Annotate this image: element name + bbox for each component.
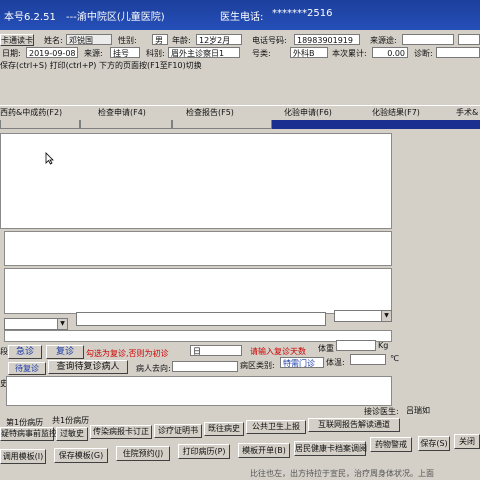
tab-exam-report[interactable]: 检查报告(F5) xyxy=(186,107,234,118)
chevron-down-icon: ▼ xyxy=(57,319,67,329)
left-label-a: 段 xyxy=(0,347,8,356)
weight-label: 体重 xyxy=(318,344,334,353)
dept-field[interactable]: 眉外主诊察日1 xyxy=(168,47,240,58)
gender-field[interactable]: 男 xyxy=(152,34,168,45)
tab-strip-2 xyxy=(80,120,172,129)
weight-unit: Kg xyxy=(378,341,389,350)
extra-field[interactable] xyxy=(458,34,480,45)
tab-exam-request[interactable]: 检查申请(F4) xyxy=(98,107,146,118)
gender-label: 性别: xyxy=(118,36,137,45)
public-health-report-button[interactable]: 公共卫生上报 xyxy=(246,420,306,434)
title-bar: 本号6.2.51 ---渝中院区(儿童医院) 医生电话: *******2516 xyxy=(0,0,480,30)
tab-western-medicine[interactable]: 西药&中成药(F2) xyxy=(0,107,62,118)
recheck-days-field[interactable]: 日 xyxy=(190,345,242,356)
phone-field[interactable]: 18983901919 xyxy=(294,34,360,45)
weight-field[interactable] xyxy=(336,340,376,351)
chevron-down-icon: ▼ xyxy=(381,311,391,321)
infectious-report-button[interactable]: 传染病报卡订正 xyxy=(90,425,152,439)
temperature-unit: ℃ xyxy=(390,354,399,363)
report-interpret-button[interactable]: 互联网报告解读通道 xyxy=(308,418,400,432)
dept-label: 科别: xyxy=(146,49,165,58)
history-area[interactable] xyxy=(4,231,392,266)
patient-row-2: 日期: 2019-09-08 来源: 挂号 科别: 眉外主诊察日1 号类: 外科… xyxy=(0,47,480,60)
whereabouts-field[interactable] xyxy=(172,361,238,372)
diagnosis-input[interactable] xyxy=(76,312,326,326)
doctor-label: 接诊医生: xyxy=(364,407,399,416)
chief-complaint-area[interactable] xyxy=(0,133,392,229)
advice-area[interactable] xyxy=(4,330,392,342)
drug-alert-button[interactable]: 药物警戒 xyxy=(370,437,412,452)
health-card-archive-button[interactable]: 居民健康卡档案调阅 xyxy=(294,441,367,456)
bottom-status-text: 比往也左，出方持拉于宣民，治疗周身体状况。上面 xyxy=(250,469,434,478)
doctor-name: 吕瑞如 xyxy=(406,406,430,415)
name-field[interactable]: 邓锐国 xyxy=(66,34,112,45)
certificate-button[interactable]: 诊疗证明书 xyxy=(154,424,202,438)
hospital-name: ---渝中院区(儿童医院) xyxy=(66,12,165,23)
total-field: 0.00 xyxy=(372,47,408,58)
temperature-label: 体温: xyxy=(326,358,345,367)
visit-source-label: 来源途: xyxy=(370,36,397,45)
temperature-field[interactable] xyxy=(350,354,386,365)
tab-strip-3 xyxy=(172,120,272,129)
ward-label: 病区类别: xyxy=(240,361,275,370)
phone-label: 电话号码: xyxy=(252,36,287,45)
special-disease-monitor-button[interactable]: 疑特病事前监控 xyxy=(0,427,57,441)
version-label: 本号6.2.51 xyxy=(4,12,56,23)
pending-recheck-button[interactable]: 待复诊 xyxy=(8,362,46,375)
past-history-button[interactable]: 既往病史 xyxy=(204,422,244,436)
visit-source-field[interactable] xyxy=(402,34,454,45)
print-record-button[interactable]: 打印病历(P) xyxy=(178,444,230,459)
num-type-label: 号类: xyxy=(252,49,271,58)
tab-lab-result[interactable]: 化验结果(F7) xyxy=(372,107,420,118)
admission-booking-button[interactable]: 住院预约(J) xyxy=(116,446,170,461)
diagnosis-field[interactable] xyxy=(436,47,480,58)
read-card-button[interactable]: 卡通读卡 xyxy=(0,34,34,46)
close-button[interactable]: 关闭 xyxy=(454,434,480,449)
urgent-button[interactable]: 急诊 xyxy=(8,345,42,359)
diagnosis-label: 诊断: xyxy=(414,49,433,58)
date-field[interactable]: 2019-09-08 xyxy=(26,47,78,58)
tab-surgery[interactable]: 手术& xyxy=(456,107,478,118)
save-button[interactable]: 保存(S) xyxy=(418,436,450,451)
source-field[interactable]: 挂号 xyxy=(110,47,140,58)
recheck-button[interactable]: 复诊 xyxy=(46,345,84,359)
exam-area[interactable] xyxy=(4,268,392,314)
diagnosis-type-combo[interactable]: ▼ xyxy=(4,318,68,330)
shortcut-hint: 保存(ctrl+S) 打印(ctrl+P) 下方的页面按(F1至F10)切换 xyxy=(0,61,202,70)
recheck-notice: 勾选为复诊,否则为初诊 xyxy=(86,349,169,358)
diagnosis-option-combo[interactable]: ▼ xyxy=(334,310,392,322)
age-label: 年龄: xyxy=(172,36,191,45)
tab-lab-request[interactable]: 化验申请(F6) xyxy=(284,107,332,118)
emr-window: 本号6.2.51 ---渝中院区(儿童医院) 医生电话: *******2516… xyxy=(0,0,480,480)
total-label: 本次累计: xyxy=(332,49,367,58)
recheck-days-hint: 请输入复诊天数 xyxy=(250,347,306,356)
doctor-phone-value: *******2516 xyxy=(272,8,333,19)
save-template-button[interactable]: 保存模板(G) xyxy=(54,448,108,463)
remarks-area[interactable] xyxy=(6,376,392,406)
load-template-button[interactable]: 调用模板(I) xyxy=(0,449,46,464)
template-order-button[interactable]: 模板开单(B) xyxy=(238,443,290,458)
source-label: 来源: xyxy=(84,49,103,58)
allergy-history-button[interactable]: 过敏史 xyxy=(56,427,88,441)
record-total: 共1份病历 xyxy=(52,416,90,425)
name-label: 姓名: xyxy=(44,36,63,45)
age-field[interactable]: 12岁2月 xyxy=(196,34,242,45)
date-label: 日期: xyxy=(2,49,21,58)
doctor-phone-label: 医生电话: xyxy=(220,12,264,23)
num-type-field[interactable]: 外科B xyxy=(290,47,328,58)
tab-strip-1 xyxy=(0,120,80,129)
query-recheck-button[interactable]: 查询待复诊病人 xyxy=(48,360,128,374)
patient-row-1: 卡通读卡 姓名: 邓锐国 性别: 男 年龄: 12岁2月 电话号码: 18983… xyxy=(0,34,480,47)
ward-field[interactable]: 特需门诊 xyxy=(280,357,324,368)
whereabouts-label: 病人去向: xyxy=(136,364,171,373)
mouse-cursor-icon xyxy=(45,152,54,165)
tab-bar: 西药&中成药(F2) 检查申请(F4) 检查报告(F5) 化验申请(F6) 化验… xyxy=(0,105,480,121)
